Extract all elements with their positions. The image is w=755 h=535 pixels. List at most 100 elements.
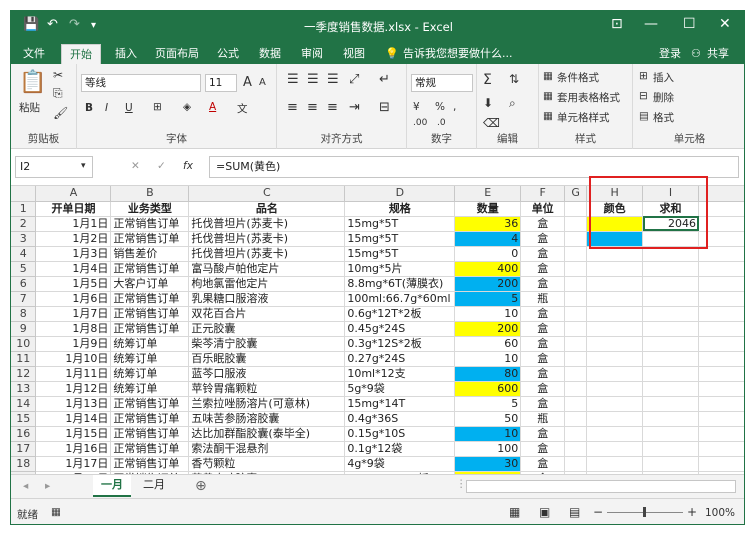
cell[interactable] bbox=[698, 216, 744, 232]
cell[interactable] bbox=[698, 291, 744, 307]
cell[interactable] bbox=[698, 351, 744, 367]
cell[interactable] bbox=[642, 261, 700, 277]
clear-icon[interactable]: ⌫ bbox=[483, 116, 500, 130]
spec-cell[interactable]: 15mg*14T bbox=[344, 396, 456, 412]
format-painter-icon[interactable]: 🖌 bbox=[53, 106, 68, 120]
spec-cell[interactable]: 0.1g*12袋 bbox=[344, 441, 456, 457]
cell[interactable] bbox=[564, 441, 588, 457]
spec-cell[interactable]: 10mg*5片 bbox=[344, 261, 456, 277]
bold-button[interactable]: B bbox=[85, 102, 93, 114]
cell[interactable] bbox=[642, 381, 700, 397]
cell[interactable] bbox=[642, 291, 700, 307]
product-cell[interactable]: 达比加群酯胶囊(泰毕全) bbox=[188, 426, 346, 442]
cell[interactable] bbox=[698, 246, 744, 262]
cell[interactable] bbox=[586, 291, 644, 307]
unit-cell[interactable]: 盒 bbox=[520, 396, 566, 412]
color-yellow-cell[interactable] bbox=[586, 216, 644, 232]
row-header[interactable]: 14 bbox=[11, 396, 37, 412]
header-cell[interactable]: 业务类型 bbox=[110, 201, 190, 217]
cut-icon[interactable]: ✂ bbox=[53, 68, 63, 82]
product-cell[interactable]: 香芍颗粒 bbox=[188, 456, 346, 472]
product-cell[interactable]: 乳果糖口服溶液 bbox=[188, 291, 346, 307]
sum-cell[interactable]: 2046 bbox=[642, 216, 700, 232]
cell[interactable] bbox=[564, 366, 588, 382]
quantity-cell[interactable]: 60 bbox=[454, 336, 522, 352]
row-header[interactable]: 17 bbox=[11, 441, 37, 457]
spec-cell[interactable]: 15mg*5T bbox=[344, 216, 456, 232]
date-cell[interactable]: 1月17日 bbox=[35, 456, 112, 472]
cell[interactable] bbox=[698, 336, 744, 352]
date-cell[interactable]: 1月12日 bbox=[35, 381, 112, 397]
tab-review[interactable]: 审阅 bbox=[293, 44, 331, 64]
page-break-view-icon[interactable]: ▤ bbox=[569, 505, 580, 519]
product-cell[interactable]: 托伐普坦片(苏麦卡) bbox=[188, 246, 346, 262]
cell[interactable] bbox=[564, 411, 588, 427]
row-header[interactable]: 10 bbox=[11, 336, 37, 352]
quantity-cell[interactable]: 600 bbox=[454, 381, 522, 397]
cell[interactable] bbox=[564, 381, 588, 397]
spec-cell[interactable]: 0.6g*12T*2板 bbox=[344, 306, 456, 322]
type-cell[interactable]: 正常销售订单 bbox=[110, 426, 190, 442]
row-header[interactable]: 2 bbox=[11, 216, 37, 232]
indent-icon[interactable]: ⇥ bbox=[349, 100, 360, 115]
col-header-b[interactable]: B bbox=[110, 186, 190, 202]
cell[interactable] bbox=[642, 426, 700, 442]
product-cell[interactable]: 百乐眠胶囊 bbox=[188, 351, 346, 367]
align-top-icon[interactable]: ☰ bbox=[287, 72, 299, 87]
zoom-level[interactable]: 100% bbox=[705, 507, 735, 519]
quantity-cell[interactable]: 30 bbox=[454, 456, 522, 472]
wrap-text-icon[interactable]: ↵ bbox=[379, 72, 390, 87]
cell[interactable] bbox=[586, 261, 644, 277]
unit-cell[interactable]: 盒 bbox=[520, 246, 566, 262]
type-cell[interactable]: 统筹订单 bbox=[110, 381, 190, 397]
spec-cell[interactable]: 15mg*5T bbox=[344, 246, 456, 262]
cell[interactable] bbox=[586, 411, 644, 427]
add-sheet-button[interactable]: ⊕ bbox=[195, 478, 207, 494]
cell[interactable] bbox=[564, 351, 588, 367]
quantity-cell[interactable]: 10 bbox=[454, 426, 522, 442]
align-right-icon[interactable]: ≡ bbox=[327, 100, 338, 115]
cell[interactable] bbox=[564, 456, 588, 472]
tab-home[interactable]: 开始 bbox=[61, 44, 101, 64]
table-format-button[interactable]: 套用表格格式 bbox=[557, 90, 620, 105]
formula-input[interactable]: =SUM(黄色) bbox=[209, 156, 739, 178]
date-cell[interactable]: 1月3日 bbox=[35, 246, 112, 262]
cell[interactable] bbox=[564, 261, 588, 277]
cell[interactable] bbox=[586, 396, 644, 412]
align-left-icon[interactable]: ≡ bbox=[287, 100, 298, 115]
type-cell[interactable]: 正常销售订单 bbox=[110, 291, 190, 307]
zoom-out-button[interactable]: − bbox=[593, 505, 603, 519]
tab-view[interactable]: 视图 bbox=[335, 44, 373, 64]
unit-cell[interactable]: 盒 bbox=[520, 381, 566, 397]
date-cell[interactable]: 1月14日 bbox=[35, 411, 112, 427]
header-cell[interactable]: 数量 bbox=[454, 201, 522, 217]
date-cell[interactable]: 1月10日 bbox=[35, 351, 112, 367]
tab-data[interactable]: 数据 bbox=[251, 44, 289, 64]
cell[interactable] bbox=[586, 366, 644, 382]
header-cell[interactable]: 求和 bbox=[642, 201, 700, 217]
unit-cell[interactable]: 盒 bbox=[520, 216, 566, 232]
date-cell[interactable]: 1月7日 bbox=[35, 306, 112, 322]
tell-me-search[interactable]: 告诉我您想要做什么... bbox=[395, 44, 521, 64]
font-color-icon[interactable]: A bbox=[209, 101, 216, 113]
cell[interactable] bbox=[642, 336, 700, 352]
col-header-a[interactable]: A bbox=[35, 186, 112, 202]
cell[interactable] bbox=[564, 426, 588, 442]
type-cell[interactable]: 统筹订单 bbox=[110, 351, 190, 367]
cell[interactable] bbox=[698, 381, 744, 397]
row-header[interactable]: 6 bbox=[11, 276, 37, 292]
unit-cell[interactable]: 盒 bbox=[520, 321, 566, 337]
cell[interactable] bbox=[698, 231, 744, 247]
cell[interactable] bbox=[642, 276, 700, 292]
cell[interactable] bbox=[642, 396, 700, 412]
cell[interactable] bbox=[586, 441, 644, 457]
product-cell[interactable]: 托伐普坦片(苏麦卡) bbox=[188, 231, 346, 247]
number-format-select[interactable]: 常规 bbox=[411, 74, 473, 92]
product-cell[interactable]: 正元胶囊 bbox=[188, 321, 346, 337]
cell[interactable] bbox=[698, 306, 744, 322]
date-cell[interactable]: 1月11日 bbox=[35, 366, 112, 382]
product-cell[interactable]: 枸地氯雷他定片 bbox=[188, 276, 346, 292]
cell[interactable] bbox=[642, 411, 700, 427]
quantity-cell[interactable]: 4 bbox=[454, 231, 522, 247]
cell[interactable] bbox=[698, 276, 744, 292]
